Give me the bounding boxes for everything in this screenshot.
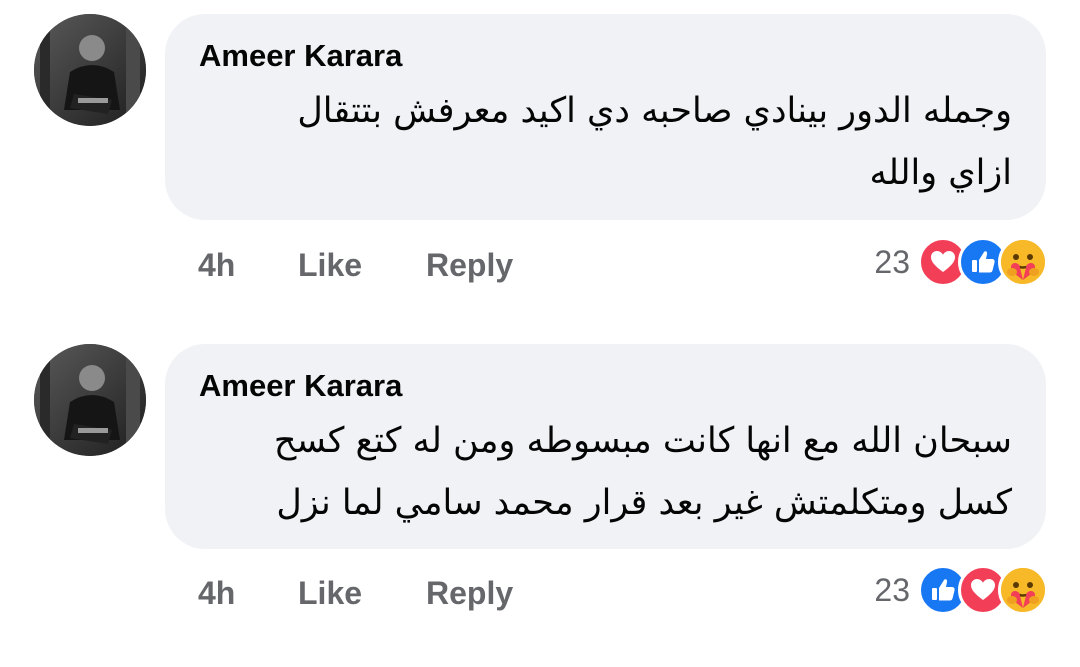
comment-text-line: ازاي والله (869, 153, 1012, 193)
comment-text-line: كسل ومتكلمتش غير بعد قرار محمد سامي لما … (276, 483, 1012, 523)
like-button[interactable]: Like (298, 575, 426, 612)
comment-timestamp[interactable]: 4h (198, 575, 298, 612)
comment-actions: 4h Like Reply (198, 568, 513, 618)
like-button[interactable]: Like (298, 247, 426, 284)
avatar-photo (34, 14, 146, 126)
comment-text: سبحان الله مع انها كانت مبسوطه ومن له كت… (199, 410, 1012, 534)
reply-button[interactable]: Reply (426, 575, 513, 612)
comment-text-line: سبحان الله مع انها كانت مبسوطه ومن له كت… (273, 421, 1012, 461)
avatar[interactable] (34, 14, 146, 126)
comment-author[interactable]: Ameer Karara (199, 366, 1012, 406)
reactions-summary[interactable]: 23 (874, 236, 1048, 288)
comment-bubble: Ameer Karara سبحان الله مع انها كانت مبس… (165, 344, 1046, 549)
reply-button[interactable]: Reply (426, 247, 513, 284)
comment-timestamp[interactable]: 4h (198, 247, 298, 284)
reaction-count: 23 (874, 571, 910, 608)
comment-actions: 4h Like Reply (198, 240, 513, 290)
care-icon (998, 565, 1048, 615)
comment-text: وجمله الدور بينادي صاحبه دي اكيد معرفش ب… (199, 80, 1012, 204)
care-icon (998, 237, 1048, 287)
comment-bubble: Ameer Karara وجمله الدور بينادي صاحبه دي… (165, 14, 1046, 220)
comment-text-line: وجمله الدور بينادي صاحبه دي اكيد معرفش ب… (297, 91, 1012, 131)
reactions-summary[interactable]: 23 (874, 564, 1048, 616)
avatar[interactable] (34, 344, 146, 456)
avatar-photo (34, 344, 146, 456)
reaction-count: 23 (874, 243, 910, 280)
comment-author[interactable]: Ameer Karara (199, 36, 1012, 76)
